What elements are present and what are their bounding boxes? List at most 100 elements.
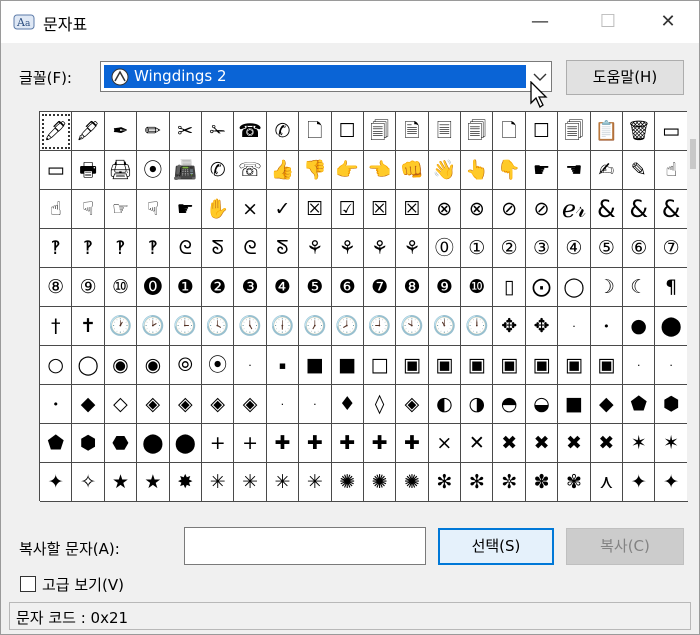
character-cell[interactable]: ⬢	[655, 385, 688, 424]
advanced-view-checkbox[interactable]	[20, 576, 36, 592]
character-cell[interactable]: ⊗	[428, 190, 462, 229]
character-cell[interactable]: ⑦	[655, 229, 688, 268]
character-cell[interactable]: ✺	[331, 463, 364, 502]
character-cell[interactable]: 🖨	[104, 151, 138, 190]
copy-button[interactable]: 복사(C)	[566, 528, 684, 565]
character-cell[interactable]: ⊗	[461, 190, 494, 229]
character-cell[interactable]: ❶	[169, 268, 202, 307]
character-cell[interactable]: ❾	[428, 268, 462, 307]
character-cell[interactable]: ▭	[40, 151, 73, 190]
character-cell[interactable]: 👈	[363, 151, 397, 190]
character-cell[interactable]: ✶	[623, 424, 656, 463]
character-cell[interactable]: ▣	[396, 346, 429, 385]
character-cell[interactable]: ②	[493, 229, 526, 268]
character-cell[interactable]: ◈	[137, 385, 170, 424]
character-cell[interactable]: ✒	[104, 112, 138, 151]
character-cell[interactable]: ▯	[493, 268, 526, 307]
character-cell[interactable]: ✳	[266, 463, 300, 502]
character-cell[interactable]: ④	[558, 229, 591, 268]
character-cell[interactable]: ✥	[493, 307, 526, 346]
character-cell[interactable]: +	[201, 424, 235, 463]
character-cell[interactable]: ▣	[428, 346, 462, 385]
character-cell[interactable]: ❺	[299, 268, 332, 307]
character-cell[interactable]: ✻	[428, 463, 462, 502]
character-cell[interactable]: ⊘	[525, 190, 559, 229]
character-cell[interactable]: ⑧	[40, 268, 73, 307]
character-cell[interactable]: ☏	[234, 151, 267, 190]
character-cell[interactable]: ☒	[363, 190, 397, 229]
character-cell[interactable]: ⬣	[104, 424, 138, 463]
character-cell[interactable]: ☟	[137, 190, 170, 229]
character-cell[interactable]: □	[363, 346, 397, 385]
character-cell[interactable]: ❼	[363, 268, 397, 307]
character-cell[interactable]: ■	[299, 346, 332, 385]
character-cell[interactable]: ✆	[201, 151, 235, 190]
character-cell[interactable]: ℯ𝓇	[558, 190, 591, 229]
character-cell[interactable]: †	[40, 307, 73, 346]
character-cell[interactable]: ·	[299, 385, 332, 424]
character-cell[interactable]: 🕚	[428, 307, 462, 346]
character-cell[interactable]: ⬟	[623, 385, 656, 424]
character-cell[interactable]: 🗐	[558, 112, 591, 151]
character-cell[interactable]: ◯	[558, 268, 591, 307]
character-cell[interactable]: ‽	[104, 229, 138, 268]
character-cell[interactable]: ◆	[590, 385, 624, 424]
character-cell[interactable]: ⚘	[363, 229, 397, 268]
character-cell[interactable]: ☝	[40, 190, 73, 229]
character-cell[interactable]: ①	[461, 229, 494, 268]
character-cell[interactable]: ✻	[461, 463, 494, 502]
character-cell[interactable]: ③	[525, 229, 559, 268]
character-cell[interactable]: 🖊	[40, 112, 73, 151]
character-cell[interactable]: ☝	[655, 151, 688, 190]
character-cell[interactable]: 🕐	[104, 307, 138, 346]
character-cell[interactable]: 🕒	[169, 307, 202, 346]
character-cell[interactable]: 🗋	[299, 112, 332, 151]
character-cell[interactable]: ◐	[428, 385, 462, 424]
select-button[interactable]: 선택(S)	[438, 528, 554, 565]
character-cell[interactable]: ◒	[525, 385, 559, 424]
character-cell[interactable]: 🕛	[461, 307, 494, 346]
character-cell[interactable]: ⚘	[299, 229, 332, 268]
character-cell[interactable]: ✦	[623, 463, 656, 502]
character-cell[interactable]: ✚	[299, 424, 332, 463]
copy-characters-input[interactable]	[184, 527, 426, 565]
character-cell[interactable]: ■	[558, 385, 591, 424]
character-cell[interactable]: •	[590, 307, 624, 346]
character-cell[interactable]: ☞	[104, 190, 138, 229]
character-cell[interactable]: ✖	[558, 424, 591, 463]
character-cell[interactable]: ⦿	[201, 346, 235, 385]
font-dropdown[interactable]: Wingdings 2	[100, 61, 552, 92]
character-cell[interactable]: ✾	[558, 463, 591, 502]
character-cell[interactable]: ☾	[623, 268, 656, 307]
character-cell[interactable]: ·	[623, 346, 656, 385]
character-cell[interactable]: ▣	[525, 346, 559, 385]
character-cell[interactable]: ✝	[72, 307, 105, 346]
character-cell[interactable]: ✧	[72, 463, 105, 502]
character-cell[interactable]: ◓	[493, 385, 526, 424]
grid-scrollbar[interactable]	[687, 111, 699, 501]
character-cell[interactable]: ✋	[201, 190, 235, 229]
character-cell[interactable]: ᘕ	[266, 229, 300, 268]
character-cell[interactable]: ✆	[266, 112, 300, 151]
character-cell[interactable]: ✚	[331, 424, 364, 463]
character-cell[interactable]: •	[40, 385, 73, 424]
character-cell[interactable]: ☽	[590, 268, 624, 307]
character-cell[interactable]: ☟	[72, 190, 105, 229]
character-cell[interactable]: ☐	[331, 112, 364, 151]
character-cell[interactable]: ×	[234, 190, 267, 229]
character-cell[interactable]: ‽	[137, 229, 170, 268]
character-cell[interactable]: ✽	[525, 463, 559, 502]
character-cell[interactable]: ⬤	[655, 307, 688, 346]
character-cell[interactable]: ×	[428, 424, 462, 463]
character-cell[interactable]: ⓪	[428, 229, 462, 268]
character-cell[interactable]: ✳	[201, 463, 235, 502]
character-cell[interactable]: ⑥	[623, 229, 656, 268]
character-cell[interactable]: 🕗	[331, 307, 364, 346]
character-cell[interactable]: 🗋	[493, 112, 526, 151]
character-cell[interactable]: ✼	[493, 463, 526, 502]
character-cell[interactable]: ✺	[363, 463, 397, 502]
character-cell[interactable]: ᘕ	[201, 229, 235, 268]
character-cell[interactable]: ✚	[396, 424, 429, 463]
character-cell[interactable]: 🖶	[72, 151, 105, 190]
character-cell[interactable]: ·	[266, 385, 300, 424]
